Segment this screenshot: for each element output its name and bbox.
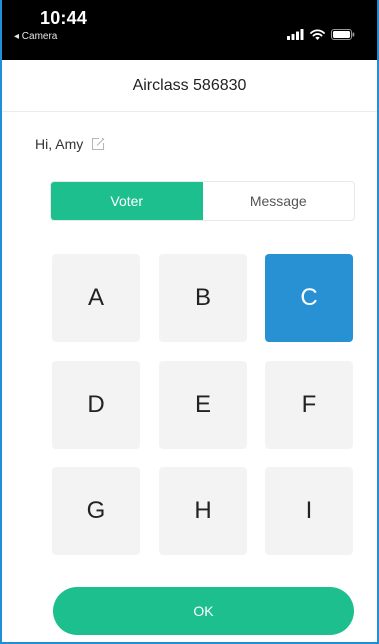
back-to-camera-link[interactable]: ◂ Camera (14, 31, 57, 42)
mode-tabs: Voter Message (50, 181, 355, 221)
option-label: H (194, 497, 212, 524)
option-label: A (87, 284, 104, 311)
option-label: B (194, 284, 211, 311)
option-c-button[interactable]: C (265, 254, 353, 342)
option-f-button[interactable]: F (265, 361, 353, 449)
option-label: G (86, 497, 106, 524)
option-e-button[interactable]: E (159, 361, 247, 449)
option-label: E (194, 391, 211, 418)
battery-icon (331, 29, 355, 40)
tab-voter[interactable]: Voter (51, 182, 203, 220)
ok-button-label: OK (193, 603, 214, 619)
tab-voter-label: Voter (110, 193, 144, 209)
greeting: Hi, Amy (35, 136, 105, 152)
option-a-button[interactable]: A (52, 254, 140, 342)
page-title-bar: Airclass 586830 (2, 60, 377, 112)
option-d-button[interactable]: D (52, 361, 140, 449)
option-g-button[interactable]: G (52, 467, 140, 555)
status-time: 10:44 (40, 8, 88, 28)
wifi-icon (310, 29, 325, 40)
option-b-button[interactable]: B (159, 254, 247, 342)
status-icons (287, 29, 355, 40)
tab-message-label: Message (249, 193, 307, 209)
option-label: I (305, 497, 313, 524)
page-title: Airclass 586830 (132, 76, 247, 94)
option-label: C (300, 284, 318, 311)
cellular-signal-icon (287, 29, 304, 40)
option-label: D (87, 391, 105, 418)
greeting-text: Hi, Amy (35, 136, 84, 152)
phone-screen: 10:44 ◂ Camera Airclass 586830 Hi, Amy V… (0, 0, 379, 644)
status-bar: 10:44 ◂ Camera (2, 0, 377, 60)
option-i-button[interactable]: I (265, 467, 353, 555)
edit-icon[interactable] (91, 137, 105, 151)
option-label: F (301, 391, 317, 418)
ok-button[interactable]: OK (53, 587, 354, 635)
tab-message[interactable]: Message (203, 182, 355, 220)
option-h-button[interactable]: H (159, 467, 247, 555)
